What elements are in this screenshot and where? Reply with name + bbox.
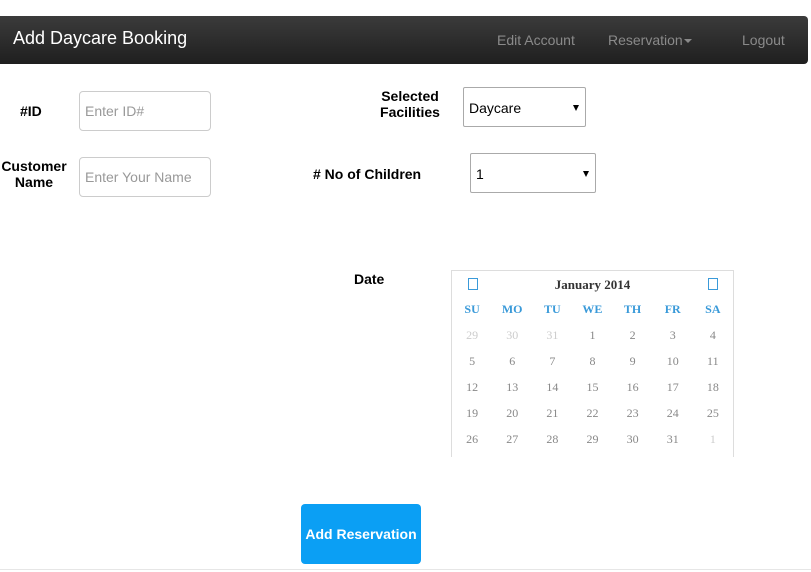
- nav-edit-account[interactable]: Edit Account: [497, 32, 575, 48]
- calendar-day[interactable]: 3: [653, 327, 693, 353]
- date-label: Date: [354, 271, 385, 287]
- facilities-select[interactable]: Daycare: [463, 87, 586, 127]
- calendar-day[interactable]: 8: [572, 353, 612, 379]
- calendar-day[interactable]: 15: [572, 379, 612, 405]
- navbar: Add Daycare Booking Edit Account Reserva…: [0, 16, 808, 64]
- calendar-day[interactable]: 23: [613, 405, 653, 431]
- calendar-day[interactable]: 11: [693, 353, 733, 379]
- next-month-icon[interactable]: [708, 278, 718, 290]
- id-input[interactable]: [79, 91, 211, 131]
- calendar-week-row: 5 6 7 8 9 10 11: [452, 353, 733, 379]
- calendar-day[interactable]: 30: [613, 431, 653, 457]
- weekday-header: TH: [623, 302, 642, 316]
- calendar-day[interactable]: 16: [613, 379, 653, 405]
- calendar-day[interactable]: 28: [532, 431, 572, 457]
- children-label: # No of Children: [313, 166, 422, 182]
- caret-down-icon: [683, 39, 692, 44]
- calendar-day[interactable]: 31: [653, 431, 693, 457]
- customer-name-label: Customer Name: [0, 158, 68, 190]
- calendar-day[interactable]: 17: [653, 379, 693, 405]
- calendar-month-title: January 2014: [554, 277, 631, 292]
- dropdown-arrow-icon: [573, 105, 579, 111]
- calendar-day[interactable]: 31: [532, 327, 572, 353]
- nav-reservation-label: Reservation: [608, 32, 683, 48]
- calendar-day[interactable]: 29: [572, 431, 612, 457]
- calendar-day[interactable]: 21: [532, 405, 572, 431]
- weekday-header: SU: [464, 302, 480, 316]
- facilities-label: Selected Facilities: [376, 88, 444, 120]
- id-label: #ID: [20, 103, 42, 119]
- weekday-header: WE: [582, 302, 603, 316]
- nav-logout[interactable]: Logout: [742, 32, 785, 48]
- customer-name-label-line1: Customer: [1, 158, 67, 174]
- calendar-day[interactable]: 24: [653, 405, 693, 431]
- children-select[interactable]: 1: [470, 153, 596, 193]
- calendar-weekday-row: SU MO TU WE TH FR SA: [452, 301, 733, 327]
- calendar-day[interactable]: 4: [693, 327, 733, 353]
- date-picker[interactable]: January 2014 SU MO TU WE TH FR SA 29 30 31 1 2 3 4 5 6 7…: [451, 270, 734, 457]
- facilities-label-line2: Facilities: [380, 104, 440, 120]
- calendar-week-row: 29 30 31 1 2 3 4: [452, 327, 733, 353]
- calendar-day[interactable]: 6: [492, 353, 532, 379]
- calendar-day[interactable]: 29: [452, 327, 492, 353]
- calendar-day[interactable]: 12: [452, 379, 492, 405]
- children-select-value: 1: [476, 166, 484, 182]
- calendar-day[interactable]: 1: [693, 431, 733, 457]
- calendar-day[interactable]: 20: [492, 405, 532, 431]
- calendar-day[interactable]: 9: [613, 353, 653, 379]
- calendar-day[interactable]: 26: [452, 431, 492, 457]
- calendar-day[interactable]: 13: [492, 379, 532, 405]
- calendar-day[interactable]: 10: [653, 353, 693, 379]
- facilities-select-value: Daycare: [469, 100, 522, 116]
- weekday-header: FR: [664, 302, 681, 316]
- page-title: Add Daycare Booking: [13, 28, 188, 48]
- calendar-day[interactable]: 22: [572, 405, 612, 431]
- calendar-day[interactable]: 19: [452, 405, 492, 431]
- calendar-week-row: 12 13 14 15 16 17 18: [452, 379, 733, 405]
- calendar-day[interactable]: 18: [693, 379, 733, 405]
- weekday-header: SA: [705, 302, 721, 316]
- nav-reservation-dropdown[interactable]: Reservation: [608, 32, 692, 48]
- calendar-day[interactable]: 25: [693, 405, 733, 431]
- calendar-day[interactable]: 30: [492, 327, 532, 353]
- calendar-day[interactable]: 7: [532, 353, 572, 379]
- divider: [0, 569, 811, 570]
- weekday-header: MO: [501, 302, 523, 316]
- calendar-day[interactable]: 27: [492, 431, 532, 457]
- calendar-day[interactable]: 5: [452, 353, 492, 379]
- calendar-grid: SU MO TU WE TH FR SA 29 30 31 1 2 3 4 5 6 7 8 9 10 11 12 13 14 1…: [452, 301, 733, 457]
- customer-name-label-line2: Name: [14, 174, 54, 190]
- add-reservation-button[interactable]: Add Reservation: [301, 504, 421, 564]
- customer-name-input[interactable]: [79, 157, 211, 197]
- weekday-header: TU: [543, 302, 561, 316]
- calendar-day[interactable]: 2: [613, 327, 653, 353]
- dropdown-arrow-icon: [583, 171, 589, 177]
- calendar-week-row: 26 27 28 29 30 31 1: [452, 431, 733, 457]
- calendar-week-row: 19 20 21 22 23 24 25: [452, 405, 733, 431]
- calendar-day[interactable]: 1: [572, 327, 612, 353]
- calendar-day[interactable]: 14: [532, 379, 572, 405]
- facilities-label-line1: Selected: [381, 88, 439, 104]
